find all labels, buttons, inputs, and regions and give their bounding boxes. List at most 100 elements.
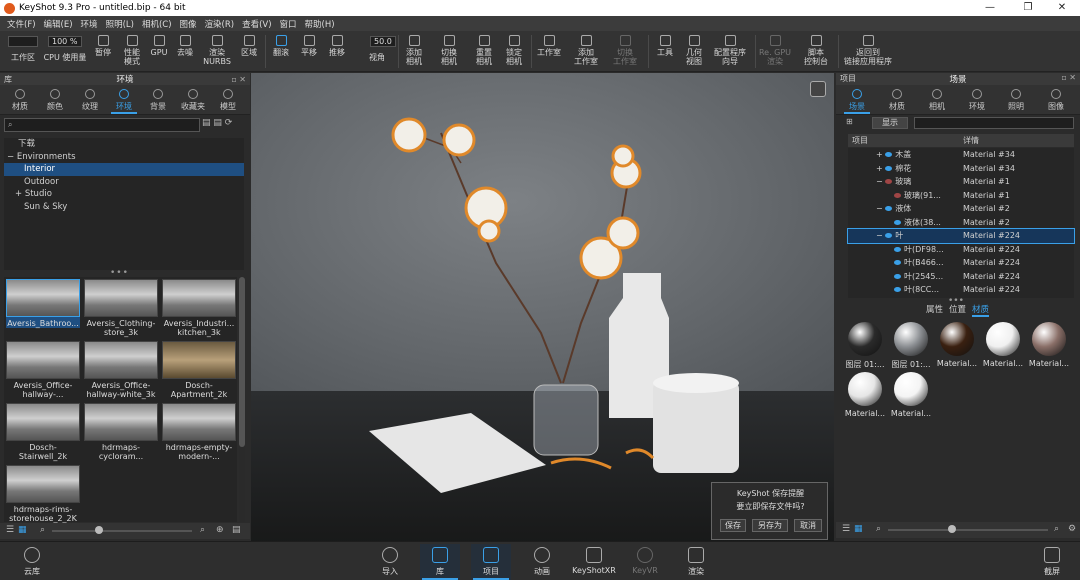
thumbnail-item[interactable]: hdrmaps- cycloram...	[84, 403, 158, 461]
scene-search-input[interactable]	[914, 117, 1074, 129]
table-row[interactable]: − 叶 Material #224	[847, 228, 1075, 244]
table-row[interactable]: 叶(DF98... Material #224	[848, 243, 1074, 257]
thumbnail-item[interactable]: Dosch- Apartment_2k	[162, 341, 236, 399]
material-item[interactable]: 图层 01:...	[842, 318, 888, 370]
thumbnail-item[interactable]: Aversis_Clothing- store_3k	[84, 279, 158, 337]
performance-mode-button[interactable]: 性能 模式	[118, 31, 146, 72]
tab-textures[interactable]: 纹理	[73, 87, 107, 114]
tab-environment[interactable]: 环境	[960, 87, 994, 114]
library-folder-actions[interactable]: ▤ ▤ ⟳	[202, 118, 248, 132]
lock-camera-button[interactable]: 锁定 相机	[500, 31, 528, 72]
gpu-button[interactable]: GPU	[148, 31, 170, 72]
visibility-eye-icon[interactable]	[894, 287, 901, 292]
cloud-library-button[interactable]: 云库	[12, 544, 52, 580]
column-item[interactable]: 项目	[852, 134, 868, 147]
minimize-button[interactable]: —	[972, 0, 1008, 16]
subtab-position[interactable]: 位置	[949, 303, 966, 315]
save-as-button[interactable]: 另存为	[752, 519, 788, 532]
cpu-usage-button[interactable]: CPU 使用量	[42, 31, 88, 72]
table-row[interactable]: 叶(B466... Material #224	[848, 256, 1074, 270]
switch-camera-button[interactable]: 切换 相机	[434, 31, 464, 72]
gpu-render-button[interactable]: Re. GPU 渲染	[758, 31, 792, 72]
tab-scene[interactable]: 场景	[840, 87, 874, 114]
column-detail[interactable]: 详情	[963, 134, 979, 147]
thumbnail-item[interactable]: Aversis_Industri... kitchen_3k	[162, 279, 236, 337]
tab-materials[interactable]: 材质	[3, 87, 37, 114]
keyvr-button[interactable]: KeyVR	[625, 544, 665, 580]
pan-button[interactable]: 平移	[296, 31, 322, 72]
thumbnail-item[interactable]: Aversis_Office- hallway-white_3k	[84, 341, 158, 399]
library-search-input[interactable]: ⌕	[4, 118, 200, 132]
geometry-view-button[interactable]: 几何 视图	[680, 31, 708, 72]
close-button[interactable]: ✕	[1044, 0, 1080, 16]
visibility-eye-icon[interactable]	[885, 165, 893, 171]
tree-item-downloads[interactable]: 下载	[4, 138, 244, 151]
list-view-icon[interactable]: ☰	[842, 524, 850, 534]
menu-image[interactable]: 图像	[176, 18, 201, 30]
dolly-button[interactable]: 推移	[324, 31, 350, 72]
table-row[interactable]: + 棉花 Material #34	[848, 162, 1074, 176]
material-item[interactable]: 图层 01:...	[888, 318, 934, 370]
add-icon[interactable]: ⊕	[216, 525, 224, 535]
material-item[interactable]: Material...	[934, 318, 980, 368]
tab-backplates[interactable]: 背景	[141, 87, 175, 114]
material-item[interactable]: Material...	[842, 368, 888, 418]
import-button[interactable]: 导入	[370, 544, 410, 580]
panel-float-close-icon[interactable]: ▫ ✕	[1061, 73, 1076, 82]
show-dropdown[interactable]: 显示	[872, 117, 908, 129]
visibility-eye-icon[interactable]	[894, 246, 901, 252]
tree-item-interior[interactable]: Interior	[4, 163, 244, 176]
table-row[interactable]: + 木盖 Material #34	[848, 148, 1074, 162]
scene-options-icon[interactable]: ⊞	[846, 117, 853, 126]
zoom-out-icon[interactable]: ⌕	[876, 524, 881, 534]
folder-icon[interactable]: ▤	[232, 525, 241, 535]
render-viewport[interactable]	[251, 73, 834, 543]
thumbnail-item[interactable]: hdrmaps-empty- modern-...	[162, 403, 236, 461]
tab-camera[interactable]: 相机	[920, 87, 954, 114]
hidden-eye-icon[interactable]	[894, 192, 901, 198]
menu-lighting[interactable]: 照明(L)	[102, 18, 138, 30]
table-row[interactable]: 玻璃(91... Material #1	[848, 189, 1074, 203]
render-nurbs-button[interactable]: 渲染 NURBS	[200, 31, 234, 72]
slider-handle[interactable]	[948, 525, 956, 533]
maximize-button[interactable]: ❐	[1010, 0, 1046, 16]
tab-colors[interactable]: 颜色	[38, 87, 72, 114]
list-view-icon[interactable]: ☰	[6, 525, 14, 535]
thumbnail-scrollbar[interactable]	[239, 277, 245, 522]
menu-edit[interactable]: 编辑(E)	[40, 18, 77, 30]
menu-window[interactable]: 窗口	[276, 18, 301, 30]
subtab-material[interactable]: 材质	[972, 303, 990, 317]
menu-camera[interactable]: 相机(C)	[138, 18, 176, 30]
workspace-button[interactable]: 工作区	[8, 31, 38, 72]
screenshot-button[interactable]: 截屏	[1032, 544, 1072, 580]
menu-render[interactable]: 渲染(R)	[201, 18, 239, 30]
grid-view-icon[interactable]: ▦	[854, 524, 863, 534]
subtab-properties[interactable]: 属性	[926, 303, 943, 315]
material-item[interactable]: Material...	[888, 368, 934, 418]
menu-file[interactable]: 文件(F)	[3, 18, 40, 30]
tab-image[interactable]: 图像	[1039, 87, 1073, 114]
thumbnail-size-slider[interactable]	[888, 529, 1048, 531]
table-row[interactable]: − 玻璃 Material #1	[848, 175, 1074, 189]
tab-material[interactable]: 材质	[880, 87, 914, 114]
visibility-eye-icon[interactable]	[894, 219, 901, 225]
configurator-wizard-button[interactable]: 配置程序 向导	[710, 31, 750, 72]
menu-help[interactable]: 帮助(H)	[301, 18, 339, 30]
save-button[interactable]: 保存	[720, 519, 746, 532]
script-console-button[interactable]: 脚本 控制台	[798, 31, 834, 72]
viewport-overlay-icon[interactable]	[810, 81, 826, 97]
thumbnail-item[interactable]: Aversis_Office- hallway-...	[6, 341, 80, 399]
zoom-in-icon[interactable]: ⌕	[200, 525, 205, 535]
table-row[interactable]: − 液体 Material #2	[848, 202, 1074, 216]
table-row[interactable]: 叶(2545... Material #224	[848, 270, 1074, 284]
visibility-eye-icon[interactable]	[894, 260, 901, 265]
reset-camera-button[interactable]: 重置 相机	[470, 31, 498, 72]
scrollbar-thumb[interactable]	[239, 277, 245, 447]
tools-button[interactable]: 工具	[652, 31, 678, 72]
zoom-in-icon[interactable]: ⌕	[1054, 524, 1059, 534]
panel-float-close-icon[interactable]: ▫ ✕	[231, 75, 246, 84]
zoom-out-icon[interactable]: ⌕	[40, 525, 45, 535]
thumbnail-item[interactable]: Dosch- Stairwell_2k	[6, 403, 80, 461]
tree-item-outdoor[interactable]: Outdoor	[4, 176, 244, 189]
thumbnail-item[interactable]: Aversis_Bathroo...	[6, 279, 80, 328]
